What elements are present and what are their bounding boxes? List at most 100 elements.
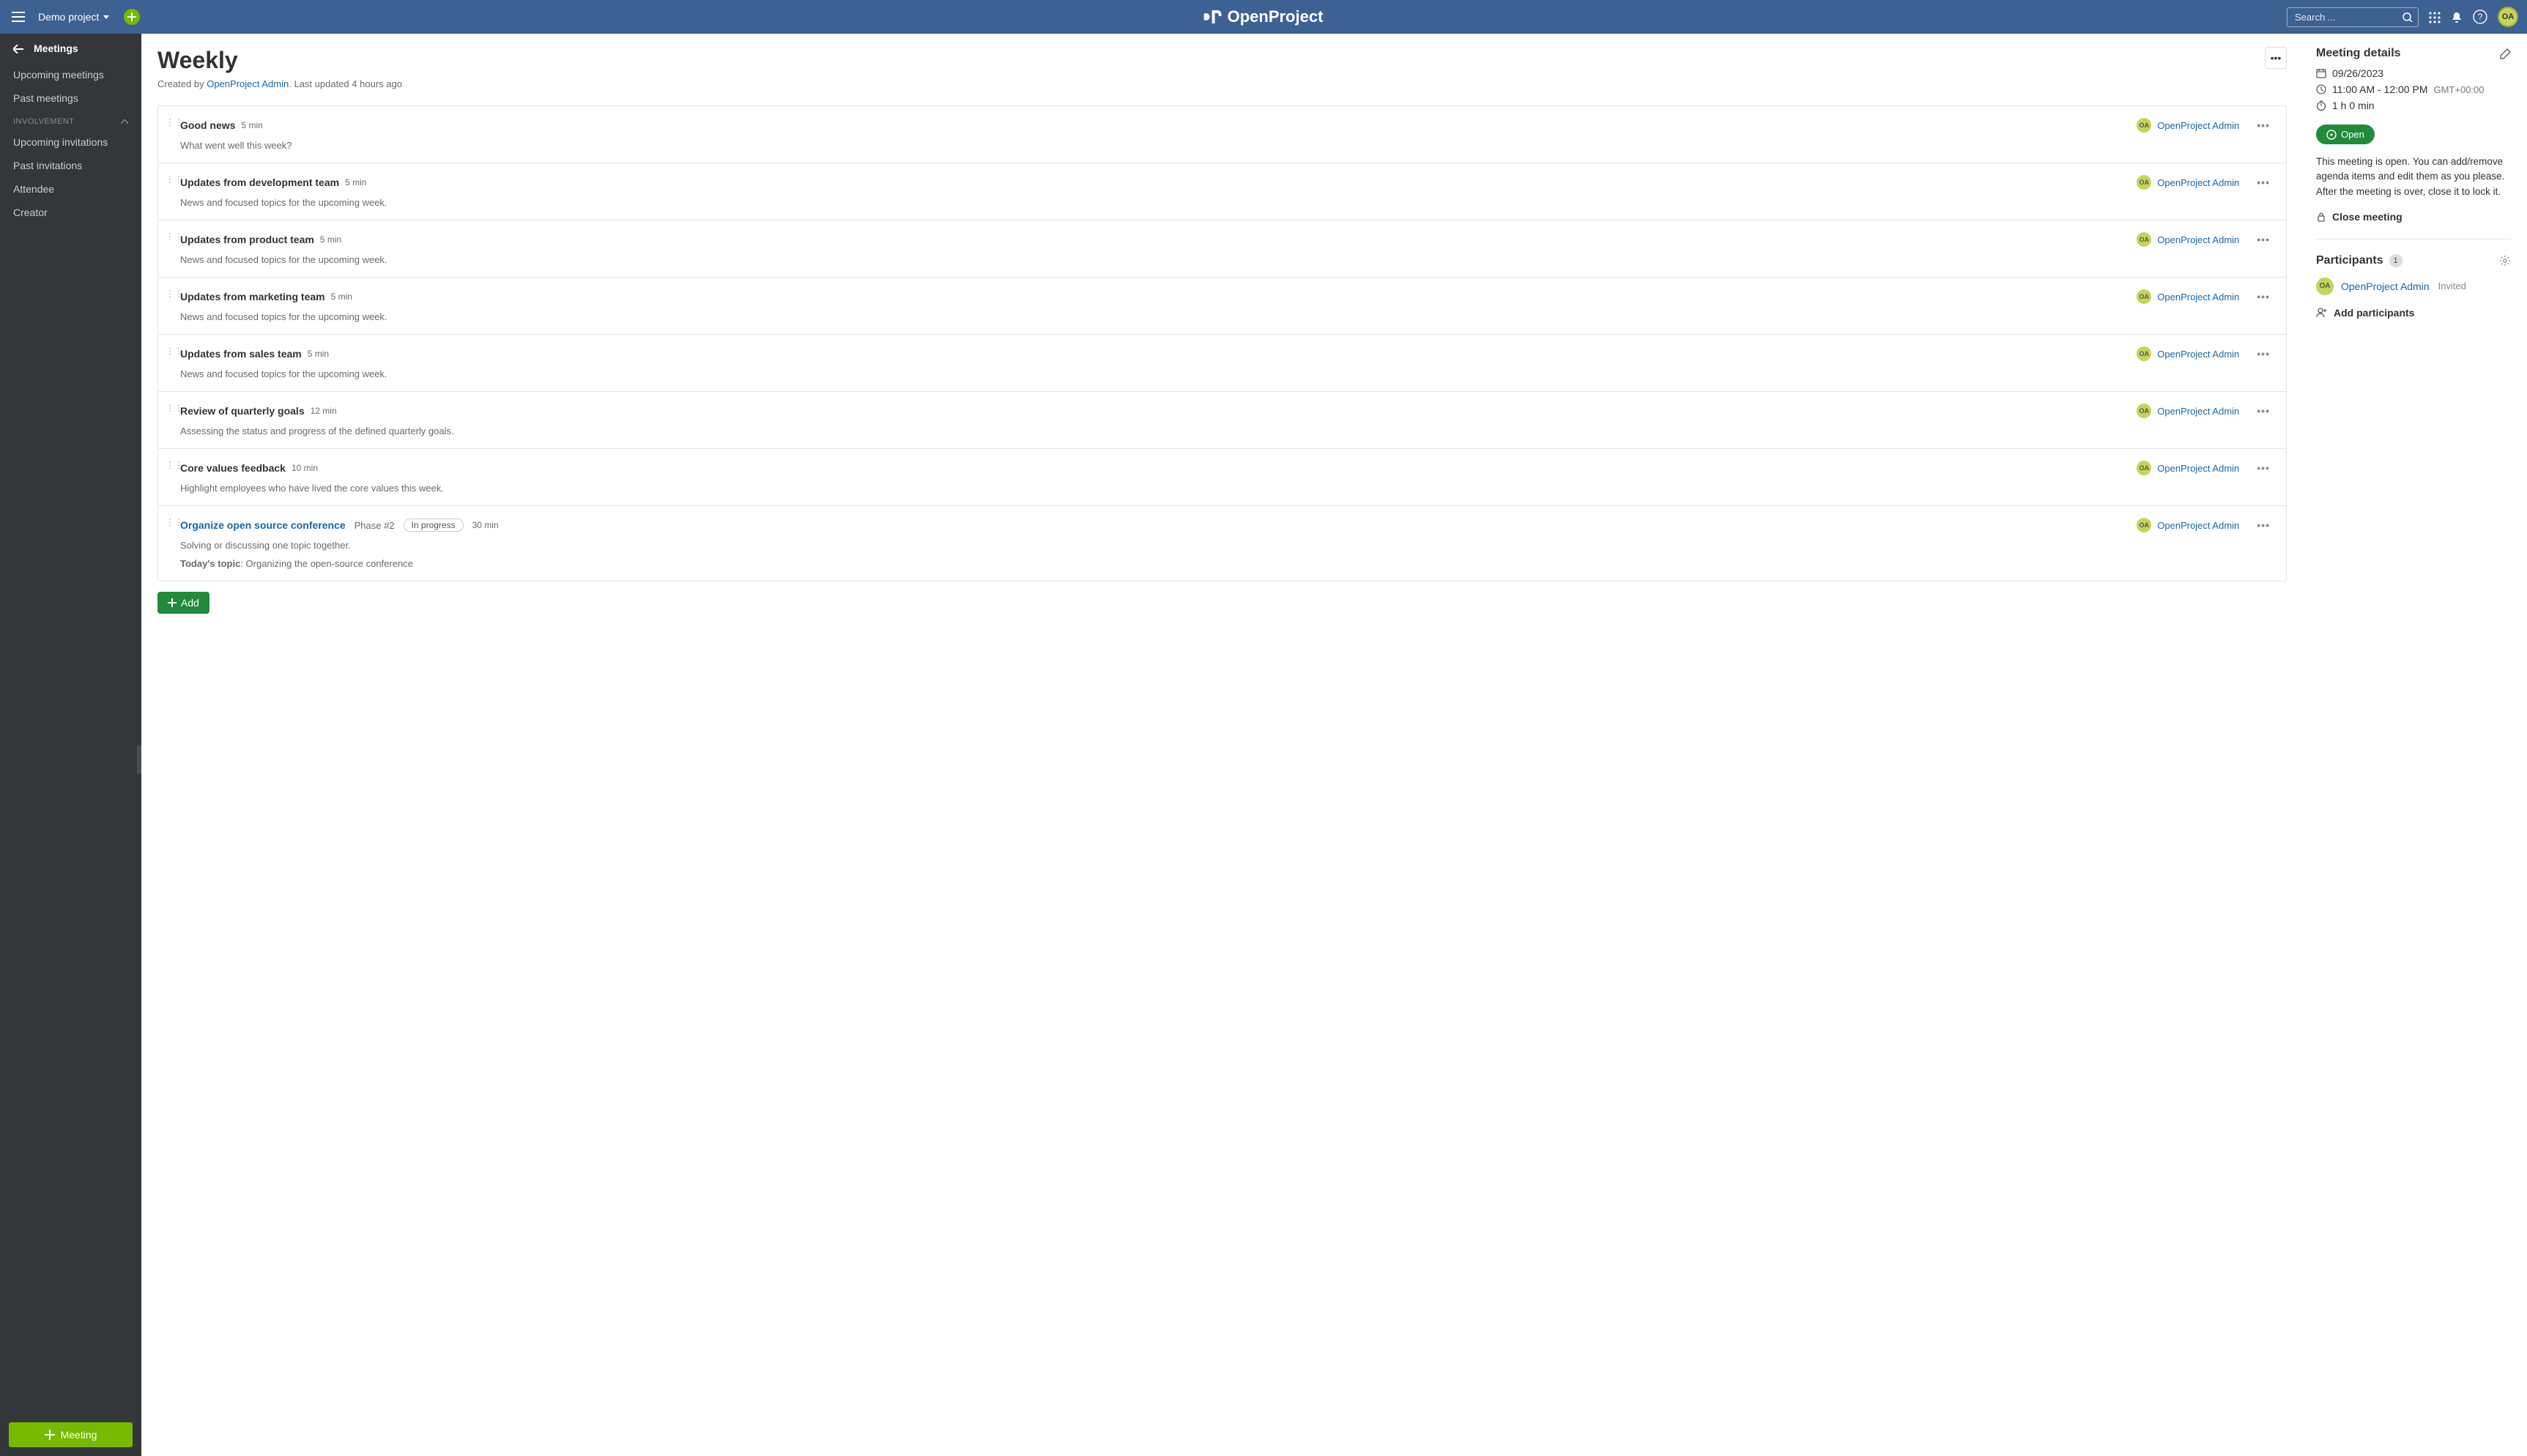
detail-time: 11:00 AM - 12:00 PM GMT+00:00 xyxy=(2316,83,2511,95)
search-input[interactable] xyxy=(2287,7,2419,27)
top-bar: Demo project OpenProject ? OA xyxy=(0,0,2527,34)
agenda-item-more-icon[interactable]: ••• xyxy=(2254,348,2273,360)
drag-handle-icon[interactable]: ⋮⋮ xyxy=(166,234,183,239)
drag-handle-icon[interactable]: ⋮⋮ xyxy=(166,291,183,297)
chevron-up-icon xyxy=(121,119,128,124)
agenda-item: ⋮⋮ Updates from product team 5 min OA Op… xyxy=(158,220,2286,278)
add-participants-button[interactable]: Add participants xyxy=(2316,307,2511,319)
new-meeting-button[interactable]: Meeting xyxy=(9,1422,133,1447)
participant-status: Invited xyxy=(2438,281,2466,291)
brand-logo[interactable]: OpenProject xyxy=(1204,7,1324,26)
participants-heading: Participants xyxy=(2316,254,2383,267)
agenda-item: ⋮⋮ Updates from marketing team 5 min OA … xyxy=(158,278,2286,335)
sidebar: Meetings Upcoming meetings Past meetings… xyxy=(0,34,141,1456)
owner-link[interactable]: OpenProject Admin xyxy=(2157,120,2239,131)
agenda-description: News and focused topics for the upcoming… xyxy=(180,254,2273,265)
main-content: Weekly Created by OpenProject Admin. Las… xyxy=(141,34,2303,1456)
sidebar-item-upcoming-meetings[interactable]: Upcoming meetings xyxy=(0,63,141,86)
details-description: This meeting is open. You can add/remove… xyxy=(2316,155,2511,199)
owner-avatar: OA xyxy=(2137,289,2151,304)
sidebar-item-past-meetings[interactable]: Past meetings xyxy=(0,86,141,110)
project-selector[interactable]: Demo project xyxy=(38,11,109,23)
agenda-phase: Phase #2 xyxy=(355,520,395,531)
sidebar-item-upcoming-invitations[interactable]: Upcoming invitations xyxy=(0,130,141,154)
agenda-duration: 10 min xyxy=(292,463,318,473)
agenda-duration: 30 min xyxy=(472,520,499,530)
drag-handle-icon[interactable]: ⋮⋮ xyxy=(166,462,183,468)
bell-icon[interactable] xyxy=(2451,10,2463,23)
agenda-item: ⋮⋮ Organize open source conference Phase… xyxy=(158,506,2286,581)
svg-text:?: ? xyxy=(2478,12,2483,22)
agenda-description: News and focused topics for the upcoming… xyxy=(180,368,2273,379)
agenda-duration: 12 min xyxy=(311,406,337,416)
help-icon[interactable]: ? xyxy=(2473,10,2487,24)
agenda-item-more-icon[interactable]: ••• xyxy=(2254,234,2273,245)
participant-link[interactable]: OpenProject Admin xyxy=(2341,281,2430,292)
sidebar-item-past-invitations[interactable]: Past invitations xyxy=(0,154,141,177)
sidebar-item-attendee[interactable]: Attendee xyxy=(0,177,141,201)
agenda-item-more-icon[interactable]: ••• xyxy=(2254,462,2273,474)
plus-icon xyxy=(168,598,177,607)
detail-duration: 1 h 0 min xyxy=(2316,100,2511,111)
drag-handle-icon[interactable]: ⋮⋮ xyxy=(166,177,183,182)
agenda-item-more-icon[interactable]: ••• xyxy=(2254,177,2273,188)
participants-count: 1 xyxy=(2389,254,2402,267)
add-agenda-button[interactable]: Add xyxy=(157,592,209,614)
brand-text: OpenProject xyxy=(1228,7,1324,26)
sidebar-resize-handle[interactable] xyxy=(137,745,141,774)
meeting-status-pill: Open xyxy=(2316,125,2375,144)
owner-link[interactable]: OpenProject Admin xyxy=(2157,349,2239,360)
drag-handle-icon[interactable]: ⋮⋮ xyxy=(166,519,183,525)
owner-link[interactable]: OpenProject Admin xyxy=(2157,406,2239,417)
drag-handle-icon[interactable]: ⋮⋮ xyxy=(166,119,183,125)
owner-link[interactable]: OpenProject Admin xyxy=(2157,520,2239,531)
agenda-item: ⋮⋮ Good news 5 min OA OpenProject Admin … xyxy=(158,106,2286,163)
agenda-item: ⋮⋮ Core values feedback 10 min OA OpenPr… xyxy=(158,449,2286,506)
sidebar-item-creator[interactable]: Creator xyxy=(0,201,141,224)
edit-icon[interactable] xyxy=(2499,47,2511,59)
section-label: INVOLVEMENT xyxy=(13,117,75,126)
apps-icon[interactable] xyxy=(2429,10,2441,23)
owner-link[interactable]: OpenProject Admin xyxy=(2157,177,2239,188)
open-circle-icon xyxy=(2326,130,2337,140)
agenda-description: Solving or discussing one topic together… xyxy=(180,540,2273,551)
agenda-title: Good news xyxy=(180,119,235,131)
agenda-item-more-icon[interactable]: ••• xyxy=(2254,405,2273,417)
lock-icon xyxy=(2316,212,2326,222)
agenda-title: Updates from development team xyxy=(180,177,339,188)
clock-icon xyxy=(2316,84,2326,94)
author-link[interactable]: OpenProject Admin xyxy=(207,78,289,89)
owner-link[interactable]: OpenProject Admin xyxy=(2157,291,2239,302)
agenda-item-more-icon[interactable]: ••• xyxy=(2254,519,2273,531)
agenda-duration: 5 min xyxy=(345,177,366,187)
project-name: Demo project xyxy=(38,11,99,23)
detail-date: 09/26/2023 xyxy=(2316,67,2511,79)
sidebar-section-involvement[interactable]: INVOLVEMENT xyxy=(0,110,141,130)
agenda-item: ⋮⋮ Review of quarterly goals 12 min OA O… xyxy=(158,392,2286,449)
agenda-title: Updates from product team xyxy=(180,234,314,245)
agenda-title: Updates from sales team xyxy=(180,348,302,360)
agenda-duration: 5 min xyxy=(308,349,329,359)
owner-avatar: OA xyxy=(2137,404,2151,418)
back-arrow-icon[interactable] xyxy=(13,42,23,54)
owner-link[interactable]: OpenProject Admin xyxy=(2157,463,2239,474)
agenda-todays-topic: Today's topic: Organizing the open-sourc… xyxy=(180,558,2273,569)
user-avatar[interactable]: OA xyxy=(2498,7,2518,27)
agenda-item-more-icon[interactable]: ••• xyxy=(2254,119,2273,131)
agenda-title-link[interactable]: Organize open source conference xyxy=(180,519,346,531)
close-meeting-button[interactable]: Close meeting xyxy=(2316,211,2511,239)
plus-icon xyxy=(45,1430,55,1440)
quick-add-button[interactable] xyxy=(124,9,140,25)
search-icon[interactable] xyxy=(2402,11,2413,23)
agenda-description: What went well this week? xyxy=(180,140,2273,151)
participants-settings-icon[interactable] xyxy=(2499,254,2511,267)
page-more-menu[interactable]: ••• xyxy=(2265,47,2287,69)
drag-handle-icon[interactable]: ⋮⋮ xyxy=(166,348,183,354)
agenda-item-more-icon[interactable]: ••• xyxy=(2254,291,2273,302)
timer-icon xyxy=(2316,100,2326,111)
agenda-description: Assessing the status and progress of the… xyxy=(180,426,2273,437)
owner-link[interactable]: OpenProject Admin xyxy=(2157,234,2239,245)
drag-handle-icon[interactable]: ⋮⋮ xyxy=(166,405,183,411)
owner-avatar: OA xyxy=(2137,232,2151,247)
menu-icon[interactable] xyxy=(9,9,28,25)
